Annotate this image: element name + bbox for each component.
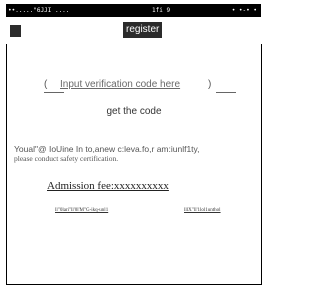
app-screen: { "status_bar": { "left_text": "••.....\… (0, 0, 267, 288)
verification-code-row: ( Input verification code here ) (44, 78, 236, 96)
safety-notice: Youal"@ IoUine In to,anew c:leva.fo,r am… (14, 144, 259, 164)
signal-text: ••....."6JJI .... (8, 7, 70, 14)
verification-code-input[interactable]: Input verification code here (60, 79, 180, 90)
verify-right-bracket: ) (208, 79, 212, 90)
footer-link-right[interactable]: lllX"ll'1lol1unthol (184, 208, 221, 213)
status-bar: ••....."6JJI .... 1fi 9 • •-• • (6, 4, 261, 17)
back-icon[interactable] (10, 25, 21, 37)
verify-left-bracket: ( (44, 79, 48, 90)
footer-links: ll"0lari"ll'0l'M"G-ikq-unl1 lllX"ll'1lol… (55, 208, 255, 220)
page-title: register (123, 22, 163, 38)
admission-fee: Admission fee:xxxxxxxxxx (47, 180, 169, 192)
main-content: ( Input verification code here ) get the… (6, 44, 262, 285)
verify-left-underline (44, 92, 64, 93)
battery-text: • •-• • (231, 7, 257, 14)
get-code-button[interactable]: get the code (7, 106, 261, 117)
clock-text: 1fi 9 (152, 7, 171, 14)
top-bar: register (6, 22, 261, 40)
verify-right-underline (216, 92, 236, 93)
notice-line-2: please conduct safety certification. (14, 154, 119, 163)
notice-line-1: Youal"@ IoUine In to,anew c:leva.fo,r am… (14, 144, 200, 154)
footer-link-left[interactable]: ll"0lari"ll'0l'M"G-ikq-unl1 (55, 208, 108, 213)
